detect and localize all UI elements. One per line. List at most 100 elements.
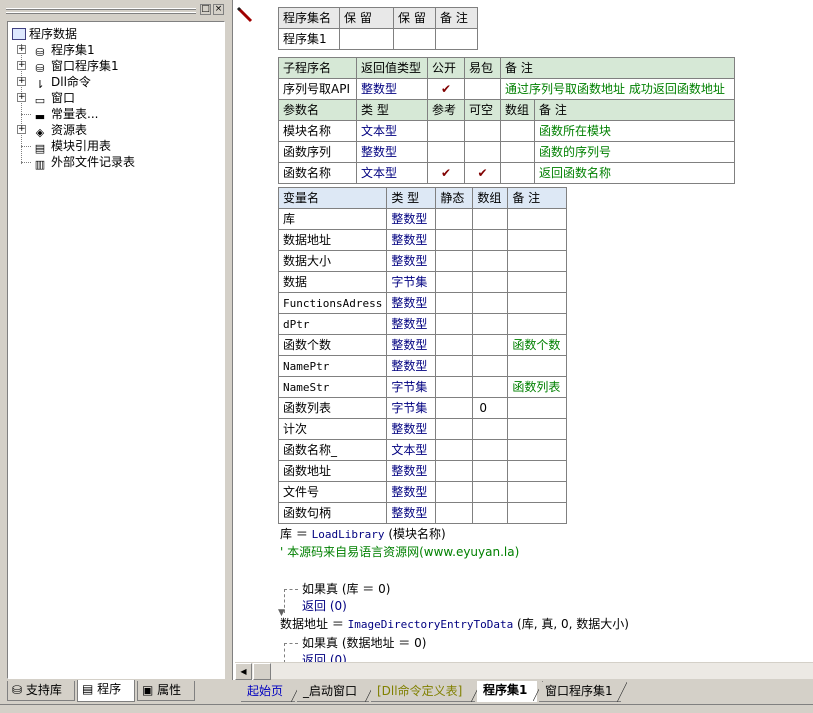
array-cell[interactable] — [472, 418, 509, 440]
static-check[interactable] — [435, 418, 474, 440]
array-cell[interactable] — [472, 334, 509, 356]
param-row[interactable]: 模块名称 文本型 函数所在模块 — [278, 120, 735, 142]
param-type-cell[interactable]: 文本型 — [356, 162, 428, 184]
close-icon[interactable]: × — [213, 4, 224, 15]
static-check[interactable] — [435, 355, 474, 377]
variable-type-cell[interactable]: 整数型 — [386, 229, 437, 251]
static-check[interactable] — [435, 334, 474, 356]
static-check[interactable] — [435, 271, 474, 293]
array-cell[interactable] — [472, 460, 509, 482]
note-cell[interactable] — [507, 313, 568, 335]
ref-check[interactable] — [427, 120, 465, 142]
tree-item[interactable]: ▤ 模块引用表 — [8, 138, 111, 155]
variable-row[interactable]: 计次 整数型 — [277, 418, 568, 440]
variable-type-cell[interactable]: 整数型 — [386, 418, 437, 440]
note-cell[interactable] — [507, 460, 568, 482]
tree-item[interactable]: ▥ 外部文件记录表 — [8, 154, 135, 171]
tree-item[interactable]: + ⇂ Dll命令 — [8, 74, 91, 91]
tab-window-assembly1[interactable]: 窗口程序集1 — [539, 682, 627, 702]
variable-row[interactable]: dPtr 整数型 — [277, 313, 568, 335]
variable-type-cell[interactable]: 整数型 — [386, 208, 437, 230]
variable-name-cell[interactable]: 函数地址 — [277, 460, 388, 482]
variable-name-cell[interactable]: 文件号 — [277, 481, 388, 503]
panel-titlebar[interactable]: □ × — [6, 3, 226, 19]
static-check[interactable] — [435, 292, 474, 314]
tab-properties[interactable]: ▣ 属性 — [137, 681, 195, 701]
param-row[interactable]: 函数名称 文本型 ✔ ✔ 返回函数名称 — [278, 162, 735, 184]
note-cell[interactable] — [507, 229, 568, 251]
variable-row[interactable]: 函数句柄 整数型 — [277, 502, 568, 524]
ref-check[interactable] — [427, 141, 465, 163]
note-cell[interactable]: 函数个数 — [507, 334, 568, 356]
note-cell[interactable] — [507, 418, 568, 440]
variable-type-cell[interactable]: 整数型 — [386, 481, 437, 503]
tab-startup-window[interactable]: _启动窗口 — [297, 682, 375, 702]
project-tree[interactable]: 程序数据 + ⛁ 程序集1 + ⛁ 窗口程序集1 + ⇂ Dll命令 + ▭ 窗口 ▬ 常量表... + ◈ 资… — [7, 21, 225, 679]
variable-name-cell[interactable]: NameStr — [277, 376, 388, 398]
variable-name-cell[interactable]: 函数个数 — [277, 334, 388, 356]
table-cell[interactable] — [435, 28, 478, 50]
array-cell[interactable] — [472, 208, 509, 230]
scroll-thumb[interactable] — [253, 663, 271, 680]
if-statement[interactable]: 如果真 (库 ＝ 0) — [302, 580, 390, 598]
table-cell[interactable] — [339, 28, 394, 50]
static-check[interactable] — [435, 439, 474, 461]
array-cell[interactable] — [472, 439, 509, 461]
code-line[interactable]: 数据地址 ＝ ImageDirectoryEntryToData (库, 真, … — [280, 615, 629, 633]
array-cell[interactable] — [472, 502, 509, 524]
param-name-cell[interactable]: 函数序列 — [278, 141, 357, 163]
tree-item[interactable]: + ⛁ 程序集1 — [8, 42, 95, 59]
array-check[interactable] — [500, 162, 535, 184]
expand-icon[interactable]: + — [17, 93, 26, 102]
static-check[interactable] — [435, 250, 474, 272]
variable-row[interactable]: 数据大小 整数型 — [277, 250, 568, 272]
note-cell[interactable]: 函数所在模块 — [534, 120, 735, 142]
static-check[interactable] — [435, 313, 474, 335]
code-editor[interactable]: 程序集名 保 留 保 留 备 注 程序集1 子程序名 返回值类型 公开 易包 备… — [260, 0, 813, 662]
variable-type-cell[interactable]: 整数型 — [386, 460, 437, 482]
nullable-check[interactable] — [464, 141, 501, 163]
subroutine-name-cell[interactable]: 序列号取API — [278, 78, 357, 100]
param-name-cell[interactable]: 模块名称 — [278, 120, 357, 142]
restore-icon[interactable]: □ — [200, 4, 211, 15]
tab-start-page[interactable]: 起始页 — [241, 682, 301, 702]
variable-row[interactable]: 函数个数 整数型 函数个数 — [277, 334, 568, 356]
tree-item[interactable]: + ◈ 资源表 — [8, 122, 87, 139]
static-check[interactable] — [435, 376, 474, 398]
array-cell[interactable] — [472, 376, 509, 398]
if-statement[interactable]: 如果真 (数据地址 ＝ 0) — [302, 634, 426, 652]
tree-item[interactable]: ▬ 常量表... — [8, 106, 98, 123]
note-cell[interactable] — [507, 292, 568, 314]
variable-type-cell[interactable]: 整数型 — [386, 502, 437, 524]
note-cell[interactable] — [507, 250, 568, 272]
note-cell[interactable] — [507, 271, 568, 293]
expand-icon[interactable]: + — [17, 45, 26, 54]
variable-row[interactable]: NameStr 字节集 函数列表 — [277, 376, 568, 398]
nullable-check[interactable]: ✔ — [464, 162, 501, 184]
variable-row[interactable]: 库整数型 — [277, 208, 568, 230]
note-cell[interactable]: 函数的序列号 — [534, 141, 735, 163]
note-cell[interactable] — [507, 397, 568, 419]
static-check[interactable] — [435, 460, 474, 482]
array-cell[interactable] — [472, 250, 509, 272]
variable-type-cell[interactable]: 整数型 — [386, 334, 437, 356]
array-cell[interactable] — [472, 313, 509, 335]
variable-name-cell[interactable]: 数据 — [277, 271, 388, 293]
variable-row[interactable]: 数据地址 整数型 — [277, 229, 568, 251]
variable-type-cell[interactable]: 字节集 — [386, 271, 437, 293]
ref-check[interactable]: ✔ — [427, 162, 465, 184]
public-check[interactable]: ✔ — [427, 78, 465, 100]
pack-check[interactable] — [464, 78, 501, 100]
static-check[interactable] — [435, 229, 474, 251]
variable-name-cell[interactable]: 库 — [277, 208, 388, 230]
static-check[interactable] — [435, 397, 474, 419]
variable-type-cell[interactable]: 字节集 — [386, 397, 437, 419]
code-line[interactable]: 库 ＝ LoadLibrary (模块名称) — [280, 525, 446, 543]
variable-name-cell[interactable]: FunctionsAdress — [277, 292, 388, 314]
array-check[interactable] — [500, 120, 535, 142]
tab-assembly1[interactable]: 程序集1 — [477, 681, 543, 702]
expand-icon[interactable]: + — [17, 77, 26, 86]
variable-row[interactable]: 数据 字节集 — [277, 271, 568, 293]
variable-type-cell[interactable]: 整数型 — [386, 250, 437, 272]
static-check[interactable] — [435, 208, 474, 230]
